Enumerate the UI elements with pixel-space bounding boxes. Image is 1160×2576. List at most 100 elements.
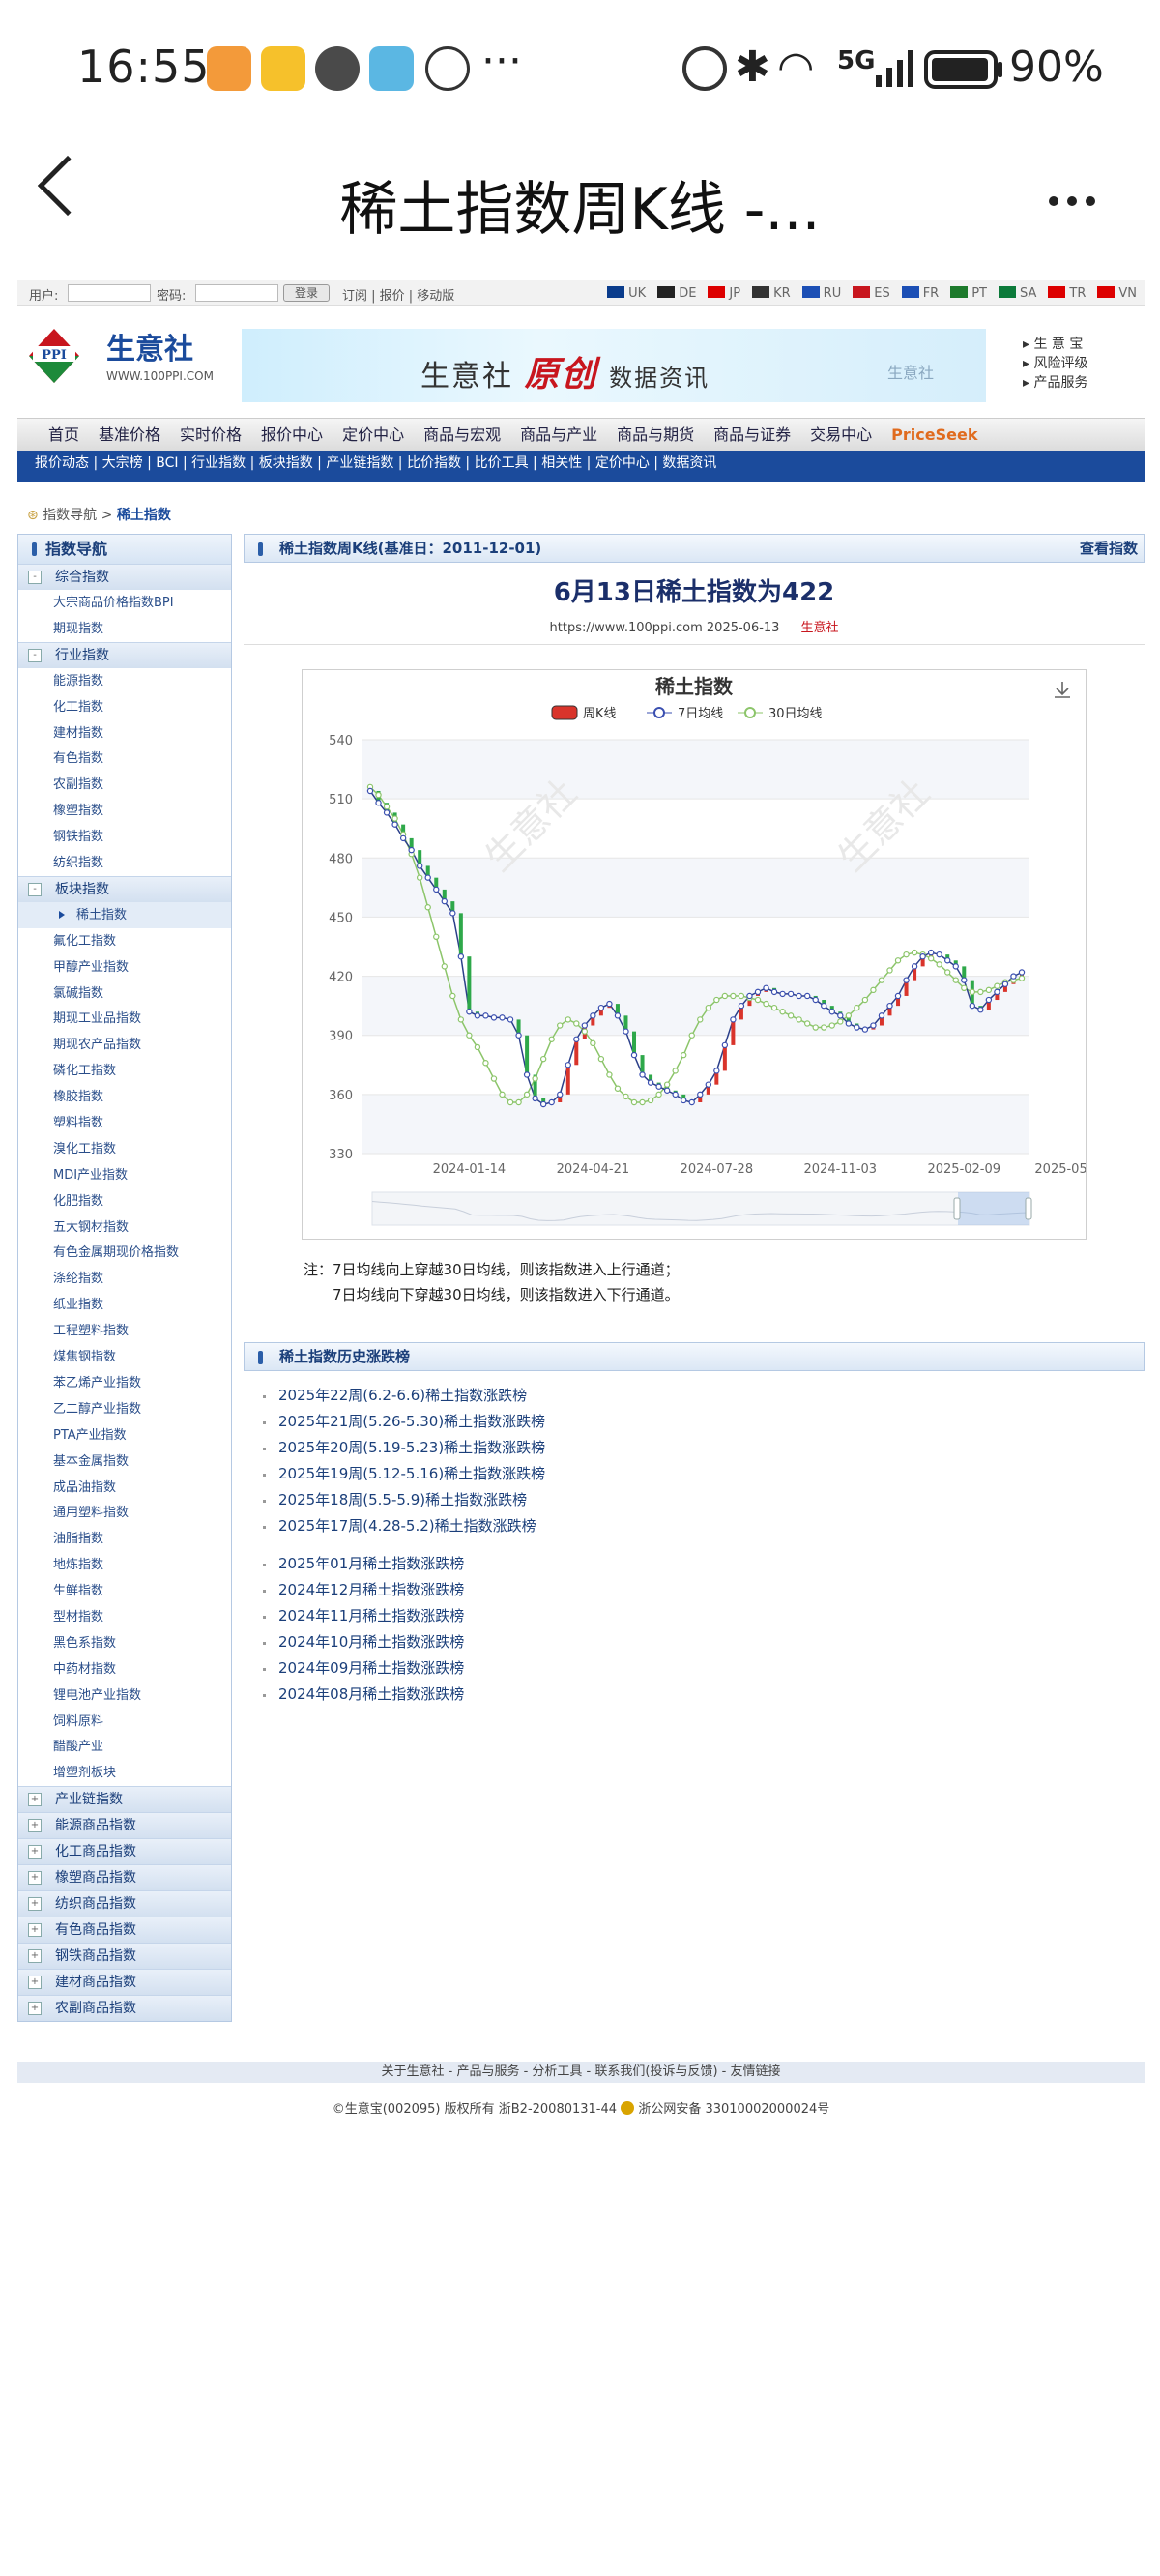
lang-fr[interactable]: FR [901, 286, 939, 301]
sidebar-group[interactable]: 化工商品指数 [18, 1838, 231, 1865]
rank-link[interactable]: 2025年01月稀土指数涨跌榜 [244, 1551, 1145, 1577]
sidebar-item[interactable]: 醋酸产业 [18, 1734, 231, 1760]
username-input[interactable] [68, 284, 151, 302]
sidebar-group-sector[interactable]: 板块指数 [18, 875, 231, 902]
rank-link[interactable]: 2024年12月稀土指数涨跌榜 [244, 1577, 1145, 1603]
nav-futures[interactable]: 商品与期货 [607, 419, 704, 452]
lang-ru[interactable]: RU [801, 286, 841, 301]
sidebar-item[interactable]: 磷化工指数 [18, 1058, 231, 1084]
sidebar-item-rare-earth[interactable]: 稀土指数 [18, 901, 231, 928]
sidebar-group[interactable]: 建材商品指数 [18, 1969, 231, 1996]
header-link-1[interactable]: ▸ 风险评级 [1023, 354, 1088, 373]
rank-link[interactable]: 2025年22周(6.2-6.6)稀土指数涨跌榜 [244, 1383, 1145, 1409]
rank-link[interactable]: 2024年08月稀土指数涨跌榜 [244, 1682, 1145, 1708]
nav-priceseek[interactable]: PriceSeek [882, 419, 987, 452]
sidebar-group-composite[interactable]: 综合指数 [18, 564, 231, 590]
sidebar-item[interactable]: 乙二醇产业指数 [18, 1396, 231, 1422]
sidebar-item[interactable]: 有色指数 [18, 746, 231, 772]
view-index-link[interactable]: 查看指数 [1080, 535, 1138, 562]
sidebar-item[interactable]: 成品油指数 [18, 1475, 231, 1501]
lang-kr[interactable]: KR [752, 286, 791, 301]
sidebar-item[interactable]: 通用塑料指数 [18, 1500, 231, 1526]
sidebar-item[interactable]: 黑色系指数 [18, 1630, 231, 1656]
sidebar-group[interactable]: 纺织商品指数 [18, 1890, 231, 1917]
rank-link[interactable]: 2025年17周(4.28-5.2)稀土指数涨跌榜 [244, 1513, 1145, 1539]
sidebar-item[interactable]: 橡塑指数 [18, 798, 231, 824]
sidebar-item[interactable]: 饲料原料 [18, 1709, 231, 1735]
lang-vn[interactable]: VN [1097, 286, 1137, 301]
sidebar-item[interactable]: 型材指数 [18, 1604, 231, 1630]
rank-link[interactable]: 2025年18周(5.5-5.9)稀土指数涨跌榜 [244, 1487, 1145, 1513]
lang-uk[interactable]: UK [607, 286, 646, 301]
sidebar-item[interactable]: 氯碱指数 [18, 981, 231, 1007]
footer-links[interactable]: 关于生意社 - 产品与服务 - 分析工具 - 联系我们(投诉与反馈) - 友情链… [17, 2062, 1145, 2083]
sidebar-item[interactable]: 生鲜指数 [18, 1578, 231, 1604]
nav-securities[interactable]: 商品与证券 [704, 419, 800, 452]
sidebar-item[interactable]: 地炼指数 [18, 1552, 231, 1578]
lang-pt[interactable]: PT [950, 286, 987, 301]
sidebar-item[interactable]: 能源指数 [18, 668, 231, 694]
sidebar-item[interactable]: 大宗商品价格指数BPI [18, 590, 231, 616]
sidebar-item[interactable]: 煤焦钢指数 [18, 1344, 231, 1370]
lang-es[interactable]: ES [853, 286, 890, 301]
sidebar-group[interactable]: 农副商品指数 [18, 1995, 231, 2022]
site-logo[interactable]: PPI 生意社 WWW.100PPI.COM [27, 327, 230, 398]
sidebar-item[interactable]: 化肥指数 [18, 1188, 231, 1215]
sidebar-item[interactable]: 期现工业品指数 [18, 1006, 231, 1032]
nav-trade[interactable]: 交易中心 [800, 419, 882, 452]
more-menu-icon[interactable] [1049, 191, 1104, 210]
sidebar-item[interactable]: 纺织指数 [18, 850, 231, 876]
sidebar-item[interactable]: 氟化工指数 [18, 928, 231, 954]
sidebar-item[interactable]: 纸业指数 [18, 1292, 231, 1318]
rank-link[interactable]: 2025年20周(5.19-5.23)稀土指数涨跌榜 [244, 1435, 1145, 1461]
sidebar-group[interactable]: 有色商品指数 [18, 1917, 231, 1944]
nav-industry[interactable]: 商品与产业 [510, 419, 607, 452]
header-link-2[interactable]: ▸ 产品服务 [1023, 373, 1088, 393]
rank-link[interactable]: 2025年19周(5.12-5.16)稀土指数涨跌榜 [244, 1461, 1145, 1487]
sidebar-item[interactable]: 橡胶指数 [18, 1084, 231, 1110]
lang-tr[interactable]: TR [1048, 286, 1086, 301]
sidebar-item[interactable]: 甲醇产业指数 [18, 954, 231, 981]
sidebar-item[interactable]: 期现指数 [18, 616, 231, 642]
sidebar-item[interactable]: 涤纶指数 [18, 1266, 231, 1292]
sidebar-item[interactable]: PTA产业指数 [18, 1422, 231, 1449]
nav-home[interactable]: 首页 [39, 419, 89, 452]
sidebar-item[interactable]: 油脂指数 [18, 1526, 231, 1552]
sub-nav-links[interactable]: 报价动态 | 大宗榜 | BCI | 行业指数 | 板块指数 | 产业链指数 |… [29, 455, 716, 471]
sidebar-item[interactable]: 农副指数 [18, 772, 231, 798]
weekly-k-chart[interactable]: 540510480450420390360330生意社 生意社2024-01-14… [303, 670, 1108, 1239]
lang-de[interactable]: DE [657, 286, 696, 301]
sidebar-group[interactable]: 能源商品指数 [18, 1812, 231, 1839]
rank-link[interactable]: 2025年21周(5.26-5.30)稀土指数涨跌榜 [244, 1409, 1145, 1435]
sidebar-item[interactable]: 苯乙烯产业指数 [18, 1370, 231, 1396]
rank-link[interactable]: 2024年09月稀土指数涨跌榜 [244, 1655, 1145, 1682]
lang-jp[interactable]: JP [708, 286, 740, 301]
sidebar-item[interactable]: MDI产业指数 [18, 1162, 231, 1188]
sidebar-item[interactable]: 五大钢材指数 [18, 1215, 231, 1241]
ad-banner[interactable]: 生意社 原创 数据资讯 生意社 [242, 329, 986, 402]
login-button[interactable]: 登录 [283, 284, 330, 302]
sidebar-item[interactable]: 锂电池产业指数 [18, 1683, 231, 1709]
nav-realtime[interactable]: 实时价格 [170, 419, 251, 452]
sidebar-item[interactable]: 化工指数 [18, 694, 231, 720]
sidebar-item[interactable]: 建材指数 [18, 720, 231, 746]
nav-macro[interactable]: 商品与宏观 [414, 419, 510, 452]
sidebar-item[interactable]: 工程塑料指数 [18, 1318, 231, 1344]
sidebar-item[interactable]: 增塑剂板块 [18, 1760, 231, 1786]
nav-base-price[interactable]: 基准价格 [89, 419, 170, 452]
sidebar-item[interactable]: 基本金属指数 [18, 1449, 231, 1475]
breadcrumb-root[interactable]: 指数导航 > [43, 508, 112, 523]
nav-quote[interactable]: 报价中心 [251, 419, 333, 452]
rank-link[interactable]: 2024年11月稀土指数涨跌榜 [244, 1603, 1145, 1629]
sidebar-item[interactable]: 有色金属期现价格指数 [18, 1240, 231, 1266]
lang-sa[interactable]: SA [999, 286, 1036, 301]
sidebar-item[interactable]: 钢铁指数 [18, 824, 231, 850]
sidebar-item[interactable]: 塑料指数 [18, 1110, 231, 1136]
rank-link[interactable]: 2024年10月稀土指数涨跌榜 [244, 1629, 1145, 1655]
header-link-0[interactable]: ▸ 生 意 宝 [1023, 335, 1088, 354]
password-input[interactable] [195, 284, 278, 302]
sidebar-group[interactable]: 产业链指数 [18, 1786, 231, 1813]
sidebar-item[interactable]: 溴化工指数 [18, 1136, 231, 1162]
top-links[interactable]: 订阅 | 报价 | 移动版 [342, 285, 454, 304]
nav-pricing[interactable]: 定价中心 [333, 419, 414, 452]
